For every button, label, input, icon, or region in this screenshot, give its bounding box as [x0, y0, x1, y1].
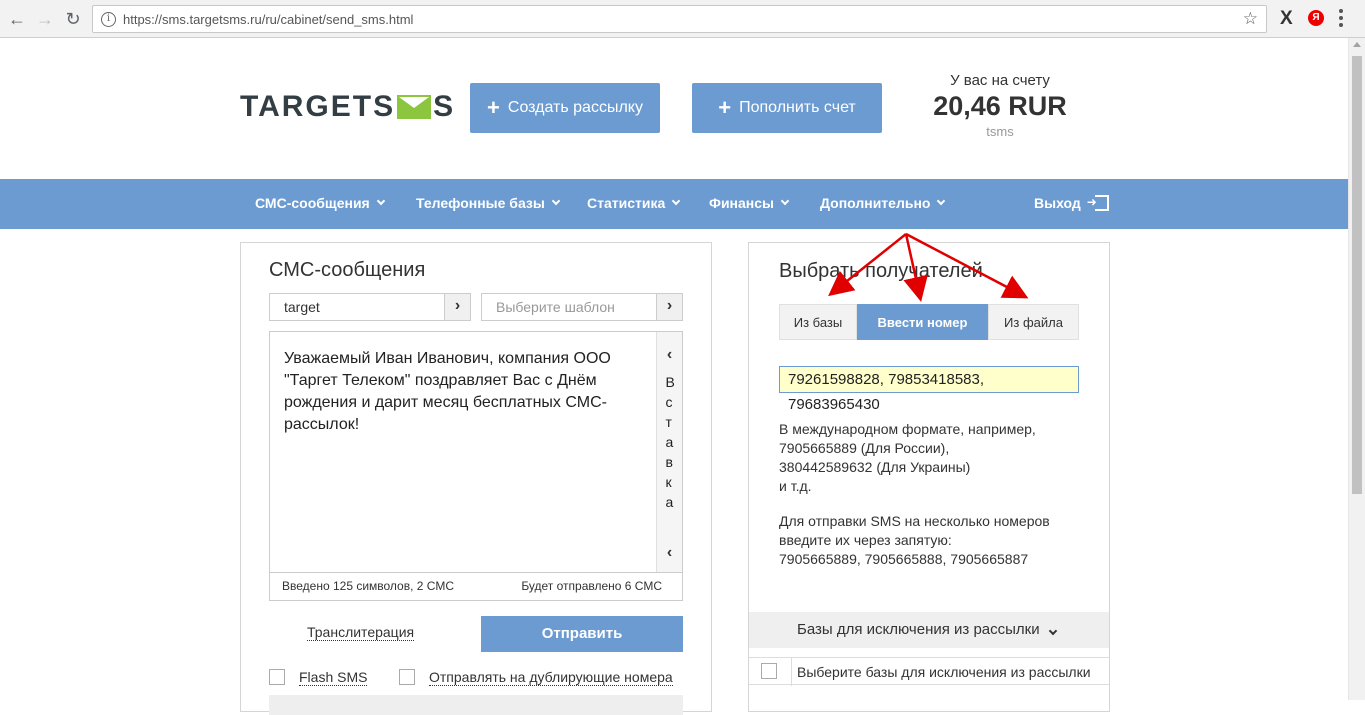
create-campaign-label: Создать рассылку	[507, 99, 643, 116]
balance-label: У вас на счету	[950, 72, 1050, 89]
transliteration-link[interactable]: Транслитерация	[307, 624, 415, 641]
logout-label: Выход	[1034, 195, 1081, 211]
chevron-down-icon	[672, 196, 681, 206]
template-placeholder: Выберите шаблон	[496, 299, 615, 315]
nav-sms-messages[interactable]: СМС-сообщения	[255, 195, 385, 211]
exclude-bases-title: Базы для исключения из рассылки	[797, 621, 1040, 638]
send-button[interactable]: Отправить	[481, 616, 683, 652]
help-line: 380442589632 (Для Украины)	[779, 459, 971, 475]
chevron-down-icon	[937, 196, 946, 206]
logout-link[interactable]: Выход	[1034, 195, 1109, 211]
recipients-panel: Выбрать получателей Из базы Ввести номер…	[748, 242, 1110, 712]
url-text[interactable]: https://sms.targetsms.ru/ru/cabinet/send…	[123, 12, 413, 27]
nav-item-label: Телефонные базы	[416, 195, 545, 211]
sender-select[interactable]: target ›	[269, 293, 471, 321]
chevron-right-icon[interactable]: ›	[656, 294, 682, 320]
format-help: В международном формате, например, 79056…	[779, 420, 1079, 585]
chevron-right-icon[interactable]: ›	[444, 294, 470, 320]
message-text[interactable]: Уважаемый Иван Иванович, компания ООО "Т…	[284, 348, 644, 436]
help-line: Для отправки SMS на несколько номеров	[779, 513, 1050, 529]
chevron-down-icon	[376, 196, 385, 206]
tab-from-file[interactable]: Из файла	[988, 304, 1079, 340]
main-nav: СМС-сообщения Телефонные базы Статистика…	[0, 179, 1348, 229]
balance-unit: tsms	[986, 124, 1014, 139]
forward-icon[interactable]: →	[34, 8, 56, 30]
page-scrollbar[interactable]	[1348, 38, 1365, 700]
sms-panel-title: СМС-сообщения	[269, 259, 426, 281]
nav-item-label: СМС-сообщения	[255, 195, 370, 211]
recipients-title: Выбрать получателей	[779, 260, 983, 282]
nav-item-label: Статистика	[587, 195, 666, 211]
insert-label: В с т а в к а	[657, 372, 682, 512]
flash-sms-checkbox[interactable]	[269, 669, 285, 685]
help-paragraph: Для отправки SMS на несколько номеров вв…	[779, 512, 1079, 569]
exclude-bases-select[interactable]: Выберите базы для исключения из рассылки	[749, 657, 1109, 686]
top-up-label: Пополнить счет	[739, 99, 856, 116]
chevron-down-icon	[551, 196, 561, 206]
insert-toggle[interactable]: ‹ В с т а в к а ‹	[656, 332, 682, 572]
chevron-down-icon	[780, 196, 790, 206]
help-line: 7905665889, 7905665888, 7905665887	[779, 551, 1029, 567]
top-up-button[interactable]: + Пополнить счет	[692, 83, 882, 133]
scroll-up-icon[interactable]	[1353, 42, 1361, 47]
logout-icon	[1087, 195, 1109, 211]
browser-menu-icon[interactable]	[1339, 9, 1345, 30]
exclude-all-checkbox[interactable]	[761, 663, 777, 679]
chevron-left-icon[interactable]: ‹	[657, 346, 682, 364]
help-line: и т.д.	[779, 478, 812, 494]
nav-item-label: Дополнительно	[820, 195, 931, 211]
sender-value: target	[284, 299, 320, 315]
message-counter-bar: Введено 125 символов, 2 СМС Будет отправ…	[270, 572, 682, 600]
balance-amount: 20,46 RUR	[933, 91, 1067, 121]
browser-toolbar: ← → ↻ i https://sms.targetsms.ru/ru/cabi…	[0, 0, 1365, 38]
create-campaign-button[interactable]: + Создать рассылку	[470, 83, 660, 133]
recipient-source-tabs: Из базы Ввести номер Из файла	[779, 304, 1079, 340]
back-icon[interactable]: ←	[6, 8, 28, 30]
flash-sms-label[interactable]: Flash SMS	[299, 669, 368, 686]
chevron-left-icon[interactable]: ‹	[657, 544, 682, 562]
address-bar[interactable]: i https://sms.targetsms.ru/ru/cabinet/se…	[92, 5, 1267, 33]
entered-count: Введено 125 символов, 2 СМС	[282, 579, 454, 593]
template-select[interactable]: Выберите шаблон ›	[481, 293, 683, 321]
sms-panel: СМС-сообщения target › Выберите шаблон ›…	[240, 242, 712, 715]
scrollbar-thumb[interactable]	[1352, 56, 1362, 494]
duplicates-checkbox[interactable]	[399, 669, 415, 685]
help-line: В международном формате, например,	[779, 421, 1036, 437]
help-paragraph: В международном формате, например, 79056…	[779, 420, 1079, 496]
phone-numbers-input[interactable]: 79261598828, 79853418583, 79683965430	[779, 366, 1079, 413]
nav-phone-bases[interactable]: Телефонные базы	[416, 195, 561, 211]
tab-enter-number[interactable]: Ввести номер	[857, 304, 988, 340]
send-count: Будет отправлено 6 СМС	[521, 579, 662, 593]
yandex-extension-icon[interactable]: Я	[1308, 10, 1324, 26]
info-icon[interactable]: i	[101, 12, 116, 27]
nav-finances[interactable]: Финансы	[709, 195, 790, 211]
chevron-down-icon	[1048, 626, 1058, 636]
envelope-icon	[397, 95, 432, 119]
nav-item-label: Финансы	[709, 195, 774, 211]
divider	[791, 658, 792, 686]
nav-statistics[interactable]: Статистика	[587, 195, 681, 211]
plus-icon: +	[487, 95, 500, 120]
help-line: введите их через запятую:	[779, 532, 952, 548]
balance-widget: У вас на счету 20,46 RUR tsms	[920, 72, 1080, 139]
reload-icon[interactable]: ↻	[62, 8, 84, 30]
message-editor[interactable]: Уважаемый Иван Иванович, компания ООО "Т…	[269, 331, 683, 601]
help-line: 7905665889 (Для России),	[779, 440, 950, 456]
targetsms-logo[interactable]: TARGETS S	[240, 90, 456, 123]
plus-icon: +	[718, 95, 732, 120]
bookmark-star-icon[interactable]: ☆	[1243, 9, 1258, 29]
exclude-bases-header[interactable]: Базы для исключения из рассылки	[749, 612, 1109, 648]
tab-from-base[interactable]: Из базы	[779, 304, 857, 340]
nav-additional[interactable]: Дополнительно	[820, 195, 946, 211]
insert-label-text: В с т а в к а	[665, 374, 685, 510]
logo-text-right: S	[433, 90, 456, 123]
extension-x-icon[interactable]: X	[1280, 8, 1293, 30]
duplicates-label[interactable]: Отправлять на дублирующие номера	[429, 669, 673, 686]
logo-text-left: TARGETS	[240, 90, 396, 123]
panel-bottom-strip	[269, 695, 683, 715]
exclude-bases-placeholder: Выберите базы для исключения из рассылки	[797, 664, 1091, 680]
